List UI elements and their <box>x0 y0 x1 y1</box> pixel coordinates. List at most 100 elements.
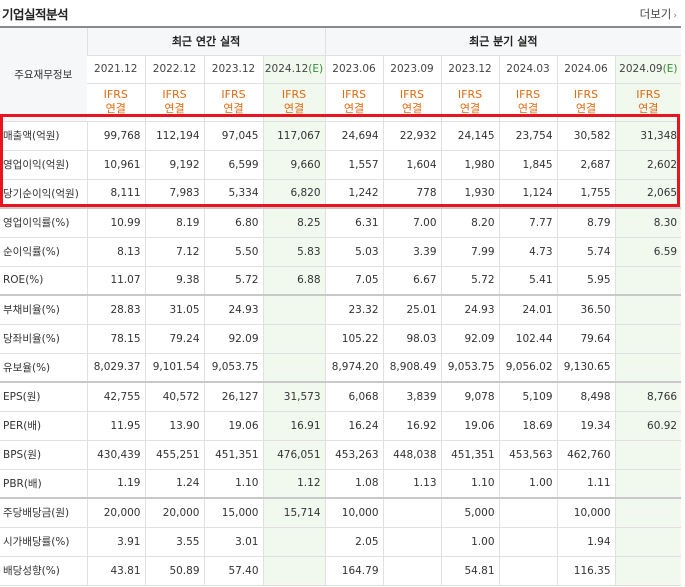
value-cell <box>262 324 326 354</box>
value-cell: 26,127 <box>203 381 263 412</box>
row-label: 당기순이익(억원) <box>0 179 87 209</box>
value-cell: 4.73 <box>498 237 558 267</box>
value-cell: 20,000 <box>144 497 204 528</box>
row-label: 영업이익률(%) <box>0 207 87 238</box>
table-row: PBR(배) 1.19 1.24 1.10 1.12 1.08 1.13 1.10 1.00 1.… <box>0 469 682 499</box>
value-cell: 476,051 <box>262 440 326 470</box>
value-cell: 24,694 <box>324 121 384 151</box>
value-cell <box>382 527 442 557</box>
value-cell: 42,755 <box>86 381 145 412</box>
value-cell: 3.01 <box>203 527 263 557</box>
value-cell: 1.12 <box>262 469 326 499</box>
ifrs-text: IFRS <box>281 88 307 101</box>
value-cell: 1,124 <box>498 179 558 209</box>
ifrs-text: IFRS <box>457 88 483 101</box>
period-header-row: 2021.12 2022.12 2023.12 2024.12(E) 2023.06 20… <box>0 55 682 84</box>
value-cell: 2,065 <box>614 179 682 209</box>
row-label: 유보율(%) <box>0 353 87 383</box>
estimate-marker: (E) <box>662 63 678 75</box>
row-label: PBR(배) <box>0 469 87 499</box>
table-row: ROE(%) 11.07 9.38 5.72 6.88 7.05 6.67 5.72 5.41 5… <box>0 266 682 296</box>
ifrs-label: IFRS 연결 <box>203 83 263 122</box>
value-cell: 778 <box>382 179 442 209</box>
value-cell: 5,000 <box>440 497 500 528</box>
value-cell <box>614 469 682 499</box>
value-cell <box>498 556 558 586</box>
value-cell: 16.91 <box>262 411 326 441</box>
value-cell: 8.13 <box>86 237 145 267</box>
value-cell: 23.32 <box>324 294 384 325</box>
value-cell: 43.81 <box>86 556 145 586</box>
value-cell: 112,194 <box>144 121 204 151</box>
value-cell: 16.92 <box>382 411 442 441</box>
value-cell: 1.11 <box>556 469 616 499</box>
value-cell: 10.99 <box>86 207 145 238</box>
table-row: EPS(원) 42,755 40,572 26,127 31,573 6,068 3,839… <box>0 381 682 412</box>
value-cell: 9,053.75 <box>440 353 500 383</box>
period-header: 2024.06 <box>556 55 616 84</box>
value-cell <box>614 440 682 470</box>
value-cell: 102.44 <box>498 324 558 354</box>
value-cell: 8.30 <box>614 207 682 238</box>
value-cell: 25.01 <box>382 294 442 325</box>
value-cell: 448,038 <box>382 440 442 470</box>
table-row: 순이익률(%) 8.13 7.12 5.50 5.83 5.03 3.39 7.99 4.73 5… <box>0 237 682 267</box>
value-cell <box>614 294 682 325</box>
value-cell: 451,351 <box>203 440 263 470</box>
value-cell: 7.00 <box>382 207 442 238</box>
consolidated-text: 연결 <box>517 102 539 115</box>
value-cell: 1,755 <box>556 179 616 209</box>
corner-header: 주요재무정보 <box>0 27 87 122</box>
value-cell: 6.80 <box>203 207 263 238</box>
value-cell: 5.74 <box>556 237 616 267</box>
value-cell: 6.59 <box>614 237 682 267</box>
value-cell: 5.41 <box>498 266 558 296</box>
value-cell: 40,572 <box>144 381 204 412</box>
more-link[interactable]: 더보기 › <box>640 6 677 22</box>
value-cell: 92.09 <box>440 324 500 354</box>
value-cell: 8.25 <box>262 207 326 238</box>
value-cell: 24.01 <box>498 294 558 325</box>
value-cell <box>382 497 442 528</box>
value-cell: 9,660 <box>262 150 326 180</box>
period-header: 2024.12(E) <box>262 55 326 84</box>
ifrs-text: IFRS <box>221 88 246 101</box>
value-cell: 79.64 <box>556 324 616 354</box>
row-label: 영업이익(억원) <box>0 150 87 180</box>
value-cell <box>262 294 326 325</box>
table-row: 주당배당금(원) 20,000 20,000 15,000 15,714 10,000 5,… <box>0 497 682 528</box>
row-label: 매출액(억원) <box>0 121 87 151</box>
value-cell: 60.92 <box>614 411 682 441</box>
value-cell: 24,145 <box>440 121 500 151</box>
ifrs-label: IFRS 연결 <box>324 83 384 122</box>
chevron-right-icon: › <box>673 11 677 21</box>
value-cell: 18.69 <box>498 411 558 441</box>
table-row: 당기순이익(억원) 8,111 7,983 5,334 6,820 1,242 778 1,9… <box>0 179 682 209</box>
value-cell: 54.81 <box>440 556 500 586</box>
value-cell: 5.03 <box>324 237 384 267</box>
value-cell: 15,714 <box>262 497 326 528</box>
value-cell: 116.35 <box>556 556 616 586</box>
ifrs-text: IFRS <box>341 88 367 101</box>
ifrs-label: IFRS 연결 <box>144 83 204 122</box>
value-cell: 5,109 <box>498 381 558 412</box>
value-cell: 462,760 <box>556 440 616 470</box>
table-row: 영업이익률(%) 10.99 8.19 6.80 8.25 6.31 7.00 8.20 7.7… <box>0 207 682 238</box>
row-label: PER(배) <box>0 411 87 441</box>
ifrs-text: IFRS <box>103 88 128 101</box>
consolidated-text: 연결 <box>164 102 185 115</box>
financial-summary-table: 주요재무정보 최근 연간 실적 최근 분기 실적 2021.12 2022.12 2… <box>0 26 682 586</box>
value-cell: 7,983 <box>144 179 204 209</box>
row-label: 부채비율(%) <box>0 294 87 325</box>
value-cell: 2,602 <box>614 150 682 180</box>
consolidated-text: 연결 <box>105 102 126 115</box>
value-cell: 9,101.54 <box>144 353 204 383</box>
value-cell: 10,000 <box>324 497 384 528</box>
value-cell: 5.72 <box>203 266 263 296</box>
value-cell: 10,961 <box>86 150 145 180</box>
value-cell: 117,067 <box>262 121 326 151</box>
more-label: 더보기 <box>639 7 672 21</box>
table-row: 당좌비율(%) 78.15 79.24 92.09 105.22 98.03 92.09 10… <box>0 324 682 354</box>
value-cell: 1.00 <box>440 527 500 557</box>
row-label: 시가배당률(%) <box>0 527 87 557</box>
